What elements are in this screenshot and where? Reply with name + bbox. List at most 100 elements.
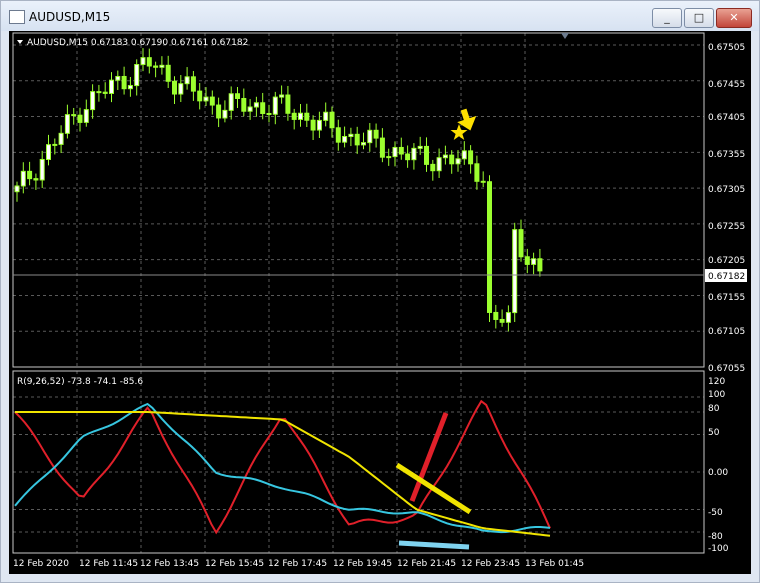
price-tick: 0.67105	[708, 327, 745, 337]
time-tick: 12 Feb 11:45	[79, 559, 138, 569]
candle-body	[348, 133, 354, 138]
candle-body	[310, 119, 316, 131]
candle-body	[165, 64, 171, 82]
candle-body	[115, 75, 121, 81]
indicator-panel-frame	[12, 370, 705, 554]
candle-body	[71, 114, 77, 117]
candle-body	[222, 109, 228, 119]
candle-body	[480, 180, 486, 183]
indicator-tick: -100	[708, 544, 729, 554]
candle-body	[398, 146, 404, 155]
close-button[interactable]: ✕	[716, 8, 752, 28]
price-tick: 0.67055	[708, 364, 745, 374]
price-tick: 0.67155	[708, 293, 745, 303]
candle-body	[253, 102, 259, 108]
candle-body	[298, 112, 303, 120]
indicator-axis: 120 100 80 50 0.00 -50 -80 -100	[708, 377, 729, 554]
candle-body	[436, 157, 442, 172]
candle-body	[209, 96, 215, 106]
price-tick: 0.67255	[708, 222, 745, 232]
price-tick: 0.67355	[708, 150, 745, 160]
chart-svg[interactable]: AUDUSD,M15 0.67183 0.67190 0.67161 0.671…	[9, 31, 751, 574]
chart-shift-marker[interactable]	[561, 33, 569, 39]
candle-body	[109, 79, 114, 94]
candle-body	[228, 93, 234, 111]
candle-body	[178, 83, 184, 95]
candle-body	[96, 91, 102, 94]
current-price-label: 0.67182	[708, 272, 745, 282]
candle-body	[235, 93, 240, 99]
candle-body	[14, 185, 20, 193]
candle-body	[127, 85, 133, 90]
candle-body	[46, 144, 51, 160]
candle-body	[474, 163, 480, 182]
candle-body	[531, 258, 537, 265]
indicator-tick: -80	[708, 532, 723, 542]
indicator-tick: 80	[708, 404, 720, 414]
aqua-trend-stroke[interactable]	[398, 540, 470, 550]
candle-body	[367, 129, 373, 144]
time-tick: 12 Feb 19:45	[333, 559, 392, 569]
candle-body	[272, 96, 278, 115]
candle-body	[197, 90, 203, 102]
candle-body	[184, 76, 190, 85]
candle-body	[411, 147, 417, 161]
candle-body	[493, 311, 499, 320]
candle-body	[39, 158, 45, 181]
price-panel-header: AUDUSD,M15 0.67183 0.67190 0.67161 0.671…	[27, 38, 248, 48]
candle-body	[203, 96, 209, 102]
time-tick: 12 Feb 21:45	[397, 559, 456, 569]
candle-body	[83, 109, 89, 123]
candle-body	[386, 156, 392, 159]
price-tick: 0.67305	[708, 185, 745, 195]
candle-body	[90, 91, 96, 111]
candle-body	[153, 65, 159, 68]
candle-body	[512, 229, 518, 314]
maximize-button[interactable]: □	[684, 8, 714, 28]
candle-body	[461, 150, 467, 160]
candle-body	[77, 114, 83, 123]
chart-menu-triangle-icon[interactable]	[17, 40, 23, 44]
time-axis: 12 Feb 2020 12 Feb 11:45 12 Feb 13:45 12…	[13, 559, 584, 569]
candle-body	[449, 154, 455, 165]
candle-body	[487, 181, 492, 313]
candle-body	[291, 112, 297, 120]
candle-body	[266, 112, 272, 115]
candle-body	[102, 91, 108, 94]
time-tick: 12 Feb 17:45	[268, 559, 327, 569]
candle-body	[64, 114, 70, 134]
candle-body	[27, 170, 33, 180]
candle-body	[247, 106, 253, 112]
candle-body	[537, 258, 543, 272]
candle-body	[373, 129, 379, 139]
terminal-window: AUDUSD,M15 _ □ ✕ AUDUSD,M15 0.67183 0.67…	[0, 0, 760, 583]
candle-body	[140, 57, 146, 66]
candle-body	[260, 102, 266, 114]
price-tick: 0.67205	[708, 256, 745, 266]
candle-body	[505, 312, 511, 323]
time-tick: 13 Feb 01:45	[525, 559, 584, 569]
title-bar[interactable]: AUDUSD,M15 _ □ ✕	[1, 1, 759, 31]
candle-body	[241, 97, 247, 112]
indicator-tick: 0.00	[708, 468, 728, 478]
window-title: AUDUSD,M15	[29, 10, 111, 24]
candle-body	[468, 150, 474, 165]
time-tick: 12 Feb 13:45	[140, 559, 199, 569]
candle-body	[329, 111, 335, 129]
candle-body	[172, 80, 177, 95]
indicator-tick: 100	[708, 390, 725, 400]
candle-body	[159, 64, 165, 68]
minimize-button[interactable]: _	[652, 8, 682, 28]
chart-area[interactable]: AUDUSD,M15 0.67183 0.67190 0.67161 0.671…	[9, 31, 751, 574]
candle-body	[361, 142, 366, 146]
candle-body	[52, 143, 58, 146]
time-tick: 12 Feb 23:45	[461, 559, 520, 569]
candle-body	[304, 112, 310, 121]
candle-body	[316, 119, 322, 131]
indicator-tick: 50	[708, 428, 720, 438]
candle-body	[323, 111, 329, 121]
candle-body	[392, 146, 398, 158]
time-tick: 12 Feb 15:45	[205, 559, 264, 569]
candle-body	[417, 145, 423, 149]
price-panel-frame	[12, 32, 705, 368]
